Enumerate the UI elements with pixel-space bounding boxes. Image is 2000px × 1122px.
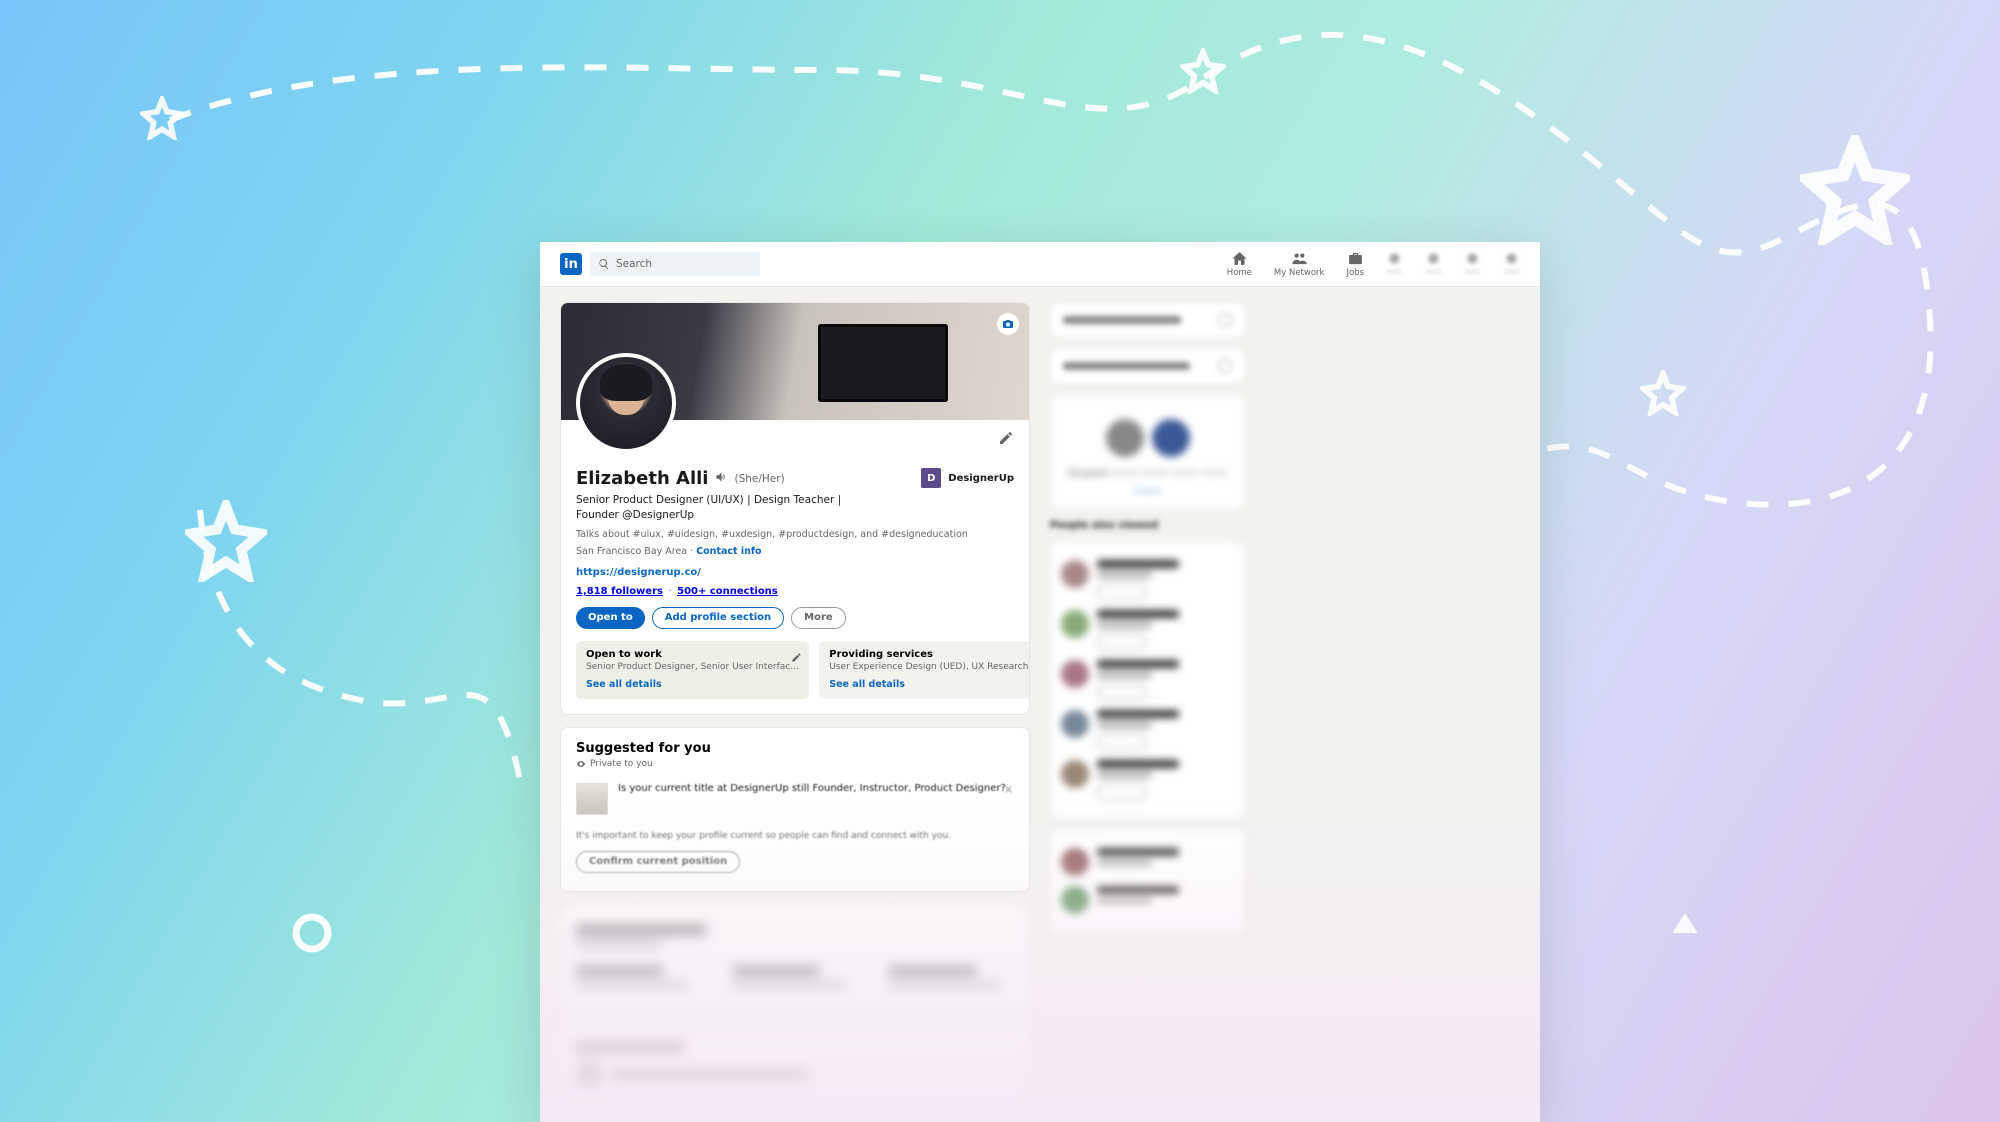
rail-promo-card: Elizabeth ••••• ••••• ••••• ••••• •••••	[1050, 394, 1245, 510]
panel-link[interactable]: See all details	[586, 679, 662, 690]
suggested-title: Suggested for you	[576, 741, 1014, 756]
camera-icon	[1002, 318, 1014, 330]
star-icon	[1640, 370, 1686, 416]
search-input[interactable]	[590, 252, 760, 276]
website-link[interactable]: https://designerup.co/	[576, 567, 1014, 578]
edit-panel-button[interactable]	[791, 648, 802, 667]
panel-desc: User Experience Design (UED), UX Researc…	[829, 662, 1030, 672]
suggestion-thumb	[576, 783, 608, 815]
top-nav: in Home My Network Jobs ••• ••• ••• •••	[540, 242, 1540, 287]
nav-blur-3[interactable]: •••	[1464, 250, 1481, 278]
panel-link[interactable]: See all details	[829, 679, 905, 690]
star-icon	[1800, 135, 1910, 245]
cover-photo	[561, 303, 1029, 420]
list-item[interactable]	[1061, 886, 1234, 914]
profile-name: Elizabeth Alli	[576, 468, 708, 489]
people-also-viewed-title: People also viewed	[1050, 520, 1245, 531]
panel-desc: Senior Product Designer, Senior User Int…	[586, 662, 799, 672]
confirm-position-button[interactable]: Confirm current position	[576, 851, 740, 873]
briefcase-icon	[1347, 250, 1364, 267]
pencil-icon	[998, 430, 1014, 446]
people-also-viewed-list	[1050, 541, 1245, 819]
rail-card-1[interactable]	[1050, 302, 1245, 338]
panel-title: Open to work	[586, 649, 799, 660]
nav-label: Jobs	[1346, 268, 1364, 278]
analytics-card	[560, 904, 1030, 1010]
headline: Senior Product Designer (UI/UX) | Design…	[576, 493, 856, 522]
edit-cover-button[interactable]	[997, 313, 1019, 335]
more-button[interactable]: More	[791, 607, 846, 629]
followers-link[interactable]: 1,818 followers	[576, 586, 663, 597]
nav-jobs[interactable]: Jobs	[1346, 250, 1364, 278]
nav-network[interactable]: My Network	[1274, 250, 1325, 278]
blur-card-2	[560, 1022, 1030, 1104]
list-item[interactable]	[1061, 710, 1234, 750]
nav-label: My Network	[1274, 268, 1325, 278]
talks-about: Talks about #uiux, #uidesign, #uxdesign,…	[576, 528, 1014, 541]
stats: 1,818 followers · 500+ connections	[576, 586, 1014, 597]
contact-info-link[interactable]: Contact info	[696, 546, 761, 557]
pronoun: (She/Her)	[734, 473, 784, 485]
providing-services-panel[interactable]: Providing services User Experience Desig…	[819, 641, 1030, 699]
rail-list-2	[1050, 829, 1245, 933]
company-link[interactable]: D DesignerUp	[921, 468, 1014, 488]
list-item[interactable]	[1061, 848, 1234, 876]
pronounce-button[interactable]	[714, 469, 728, 488]
nav-label: Home	[1227, 268, 1252, 278]
list-item[interactable]	[1061, 760, 1234, 800]
nav-home[interactable]: Home	[1227, 250, 1252, 278]
connections-link[interactable]: 500+ connections	[677, 586, 778, 597]
edit-profile-button[interactable]	[998, 430, 1014, 450]
nav-blur-4[interactable]: •••	[1503, 250, 1520, 278]
rail-card-2[interactable]	[1050, 348, 1245, 384]
search-box[interactable]	[590, 252, 760, 276]
list-item[interactable]	[1061, 660, 1234, 700]
list-item[interactable]	[1061, 560, 1234, 600]
pencil-icon	[791, 652, 802, 663]
list-item[interactable]	[1061, 610, 1234, 650]
star-icon	[185, 500, 267, 582]
nav-blur-1[interactable]: •••	[1386, 250, 1403, 278]
speaker-icon	[714, 470, 728, 484]
company-name: DesignerUp	[948, 473, 1014, 484]
suggested-card: Suggested for you Private to you Is your…	[560, 727, 1030, 892]
add-section-button[interactable]: Add profile section	[652, 607, 784, 629]
star-icon	[140, 96, 184, 140]
open-to-button[interactable]: Open to	[576, 607, 645, 629]
search-icon	[598, 258, 610, 270]
privacy-label: Private to you	[576, 759, 1014, 769]
people-icon	[1291, 250, 1308, 267]
location-line: San Francisco Bay Area · Contact info	[576, 546, 1014, 557]
suggestion-question: Is your current title at DesignerUp stil…	[618, 783, 1014, 794]
profile-card: Elizabeth Alli (She/Her) D DesignerUp	[560, 302, 1030, 715]
app-window: in Home My Network Jobs ••• ••• ••• •••	[540, 242, 1540, 1122]
eye-icon	[576, 759, 586, 769]
panel-title: Providing services	[829, 649, 1030, 660]
star-icon	[1180, 48, 1226, 94]
linkedin-logo[interactable]: in	[560, 253, 582, 275]
nav-blur-2[interactable]: •••	[1425, 250, 1442, 278]
open-to-work-panel[interactable]: Open to work Senior Product Designer, Se…	[576, 641, 809, 699]
home-icon	[1231, 250, 1248, 267]
company-logo: D	[921, 468, 941, 488]
suggestion-hint: It's important to keep your profile curr…	[576, 831, 1014, 841]
triangle-icon	[1670, 908, 1700, 938]
